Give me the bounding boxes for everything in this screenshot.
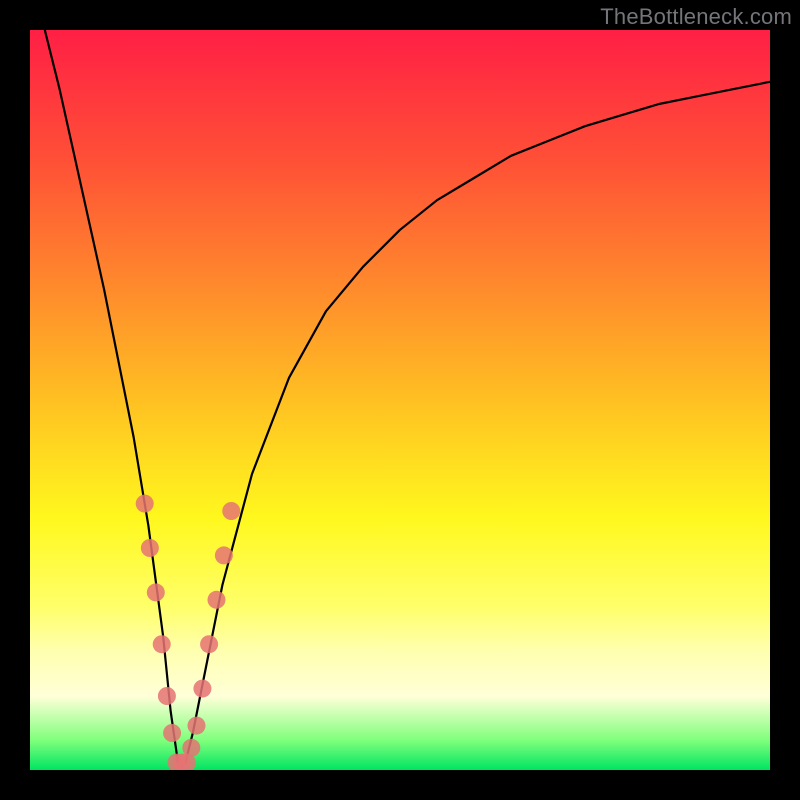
chart-svg bbox=[30, 30, 770, 770]
highlight-dot bbox=[153, 635, 171, 653]
highlight-dot bbox=[200, 635, 218, 653]
plot-area bbox=[30, 30, 770, 770]
watermark-text: TheBottleneck.com bbox=[600, 4, 792, 30]
highlight-dot bbox=[215, 546, 233, 564]
highlight-dot bbox=[222, 502, 240, 520]
highlight-dot bbox=[163, 724, 181, 742]
highlight-dot bbox=[207, 591, 225, 609]
highlight-dot bbox=[147, 583, 165, 601]
highlight-dot bbox=[193, 680, 211, 698]
chart-container: TheBottleneck.com bbox=[0, 0, 800, 800]
highlight-dot bbox=[136, 495, 154, 513]
highlight-dot bbox=[182, 739, 200, 757]
highlight-dot bbox=[141, 539, 159, 557]
bottleneck-curve bbox=[45, 30, 770, 763]
highlight-dot bbox=[158, 687, 176, 705]
highlight-dot bbox=[188, 717, 206, 735]
